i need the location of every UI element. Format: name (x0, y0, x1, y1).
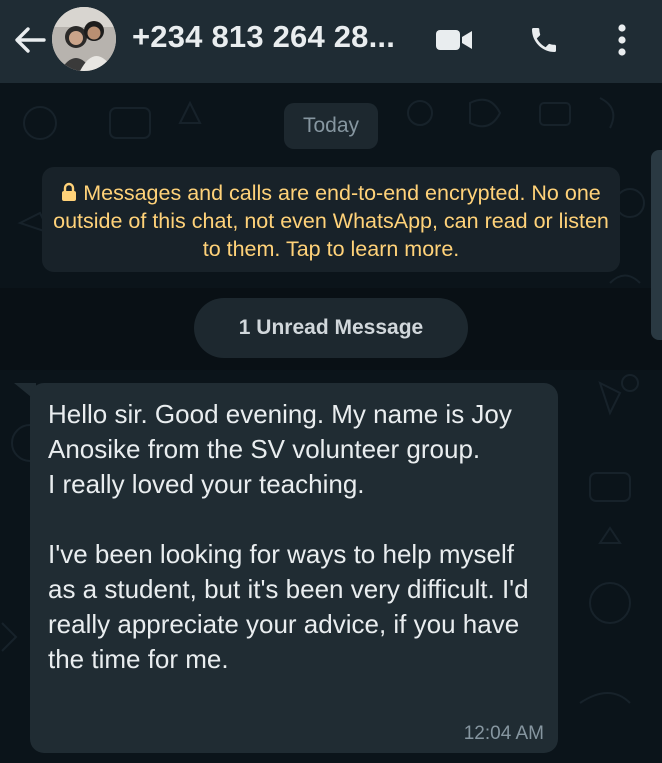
date-separator: Today (284, 103, 378, 149)
more-vertical-icon (618, 24, 626, 56)
encryption-notice[interactable]: Messages and calls are end-to-end encryp… (42, 167, 620, 272)
arrow-left-icon (15, 27, 46, 53)
chat-screen: +234 813 264 28... Today Messages and ca… (0, 0, 662, 763)
back-button[interactable] (10, 22, 50, 58)
unread-messages-label: 1 Unread Message (194, 298, 468, 358)
contact-name[interactable]: +234 813 264 28... (132, 19, 395, 55)
encryption-notice-text: Messages and calls are end-to-end encryp… (53, 181, 609, 261)
incoming-message-bubble[interactable]: Hello sir. Good evening. My name is Joy … (30, 383, 558, 753)
message-text: Hello sir. Good evening. My name is Joy … (48, 399, 529, 674)
phone-icon (532, 28, 556, 52)
avatar-photo (52, 7, 116, 71)
chat-header: +234 813 264 28... (0, 0, 662, 83)
scroll-indicator[interactable] (651, 150, 662, 340)
message-timestamp: 12:04 AM (463, 723, 544, 744)
more-options-button[interactable] (600, 20, 644, 60)
lock-icon (62, 182, 77, 201)
video-call-button[interactable] (432, 20, 476, 60)
video-camera-icon (436, 30, 472, 50)
voice-call-button[interactable] (522, 20, 566, 60)
contact-avatar[interactable] (52, 7, 116, 71)
